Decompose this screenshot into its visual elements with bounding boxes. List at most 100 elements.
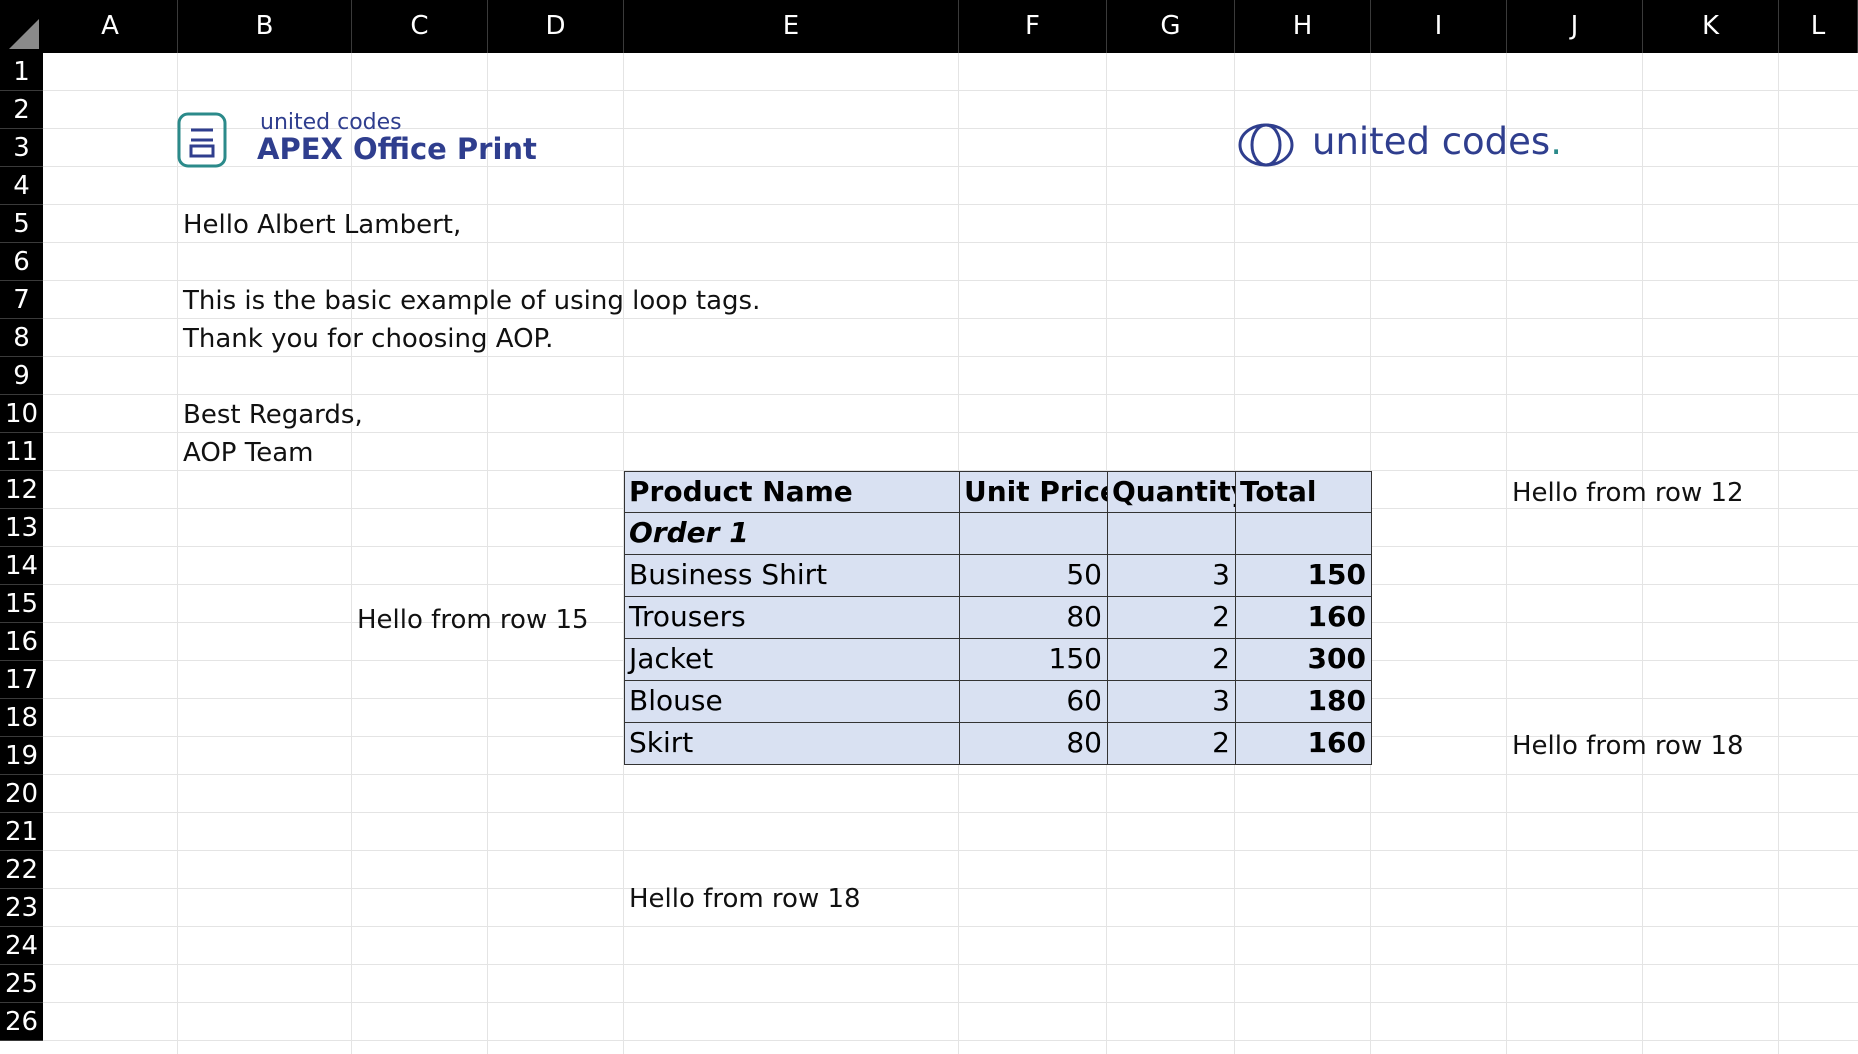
column-gridline <box>1642 53 1643 1054</box>
table-header-unit-price[interactable]: Unit Price <box>959 471 1108 513</box>
row-gridline <box>43 1040 1858 1041</box>
table-cell-unit-price[interactable]: 60 <box>959 680 1108 723</box>
table-cell-total[interactable]: 300 <box>1235 638 1372 681</box>
column-header-L[interactable]: L <box>1779 0 1858 53</box>
table-cell-unit-price[interactable]: 80 <box>959 596 1108 639</box>
row-gridline <box>43 926 1858 927</box>
select-all-triangle-icon <box>9 19 39 49</box>
row-header-24[interactable]: 24 <box>0 927 43 965</box>
column-header-H[interactable]: H <box>1235 0 1371 53</box>
table-group-empty-cell[interactable] <box>1107 512 1236 555</box>
united-codes-logo: united codes. <box>1238 120 1598 172</box>
table-cell-product-name[interactable]: Jacket <box>624 638 960 681</box>
column-header-B[interactable]: B <box>178 0 352 53</box>
row-header-14[interactable]: 14 <box>0 547 43 585</box>
row-gridline <box>43 812 1858 813</box>
cell-E22[interactable]: Hello from row 18 <box>629 881 861 917</box>
column-header-F[interactable]: F <box>959 0 1107 53</box>
united-codes-wordmark-text: united codes <box>1312 120 1551 163</box>
select-all-corner[interactable] <box>0 0 43 53</box>
table-cell-product-name[interactable]: Trousers <box>624 596 960 639</box>
cell-B8[interactable]: Thank you for choosing AOP. <box>183 321 553 357</box>
table-header-total[interactable]: Total <box>1235 471 1372 513</box>
row-gridline <box>43 774 1858 775</box>
row-header-15[interactable]: 15 <box>0 585 43 623</box>
table-cell-quantity[interactable]: 2 <box>1107 596 1236 639</box>
row-header-18[interactable]: 18 <box>0 699 43 737</box>
column-header-D[interactable]: D <box>488 0 624 53</box>
table-cell-total[interactable]: 160 <box>1235 722 1372 765</box>
column-gridline <box>351 53 352 1054</box>
row-gridline <box>43 964 1858 965</box>
column-header-G[interactable]: G <box>1107 0 1235 53</box>
row-gridline <box>43 204 1858 205</box>
cell-J18[interactable]: Hello from row 18 <box>1512 728 1744 764</box>
table-cell-quantity[interactable]: 3 <box>1107 680 1236 723</box>
row-header-16[interactable]: 16 <box>0 623 43 661</box>
table-cell-quantity[interactable]: 2 <box>1107 638 1236 681</box>
cell-C15[interactable]: Hello from row 15 <box>357 602 589 638</box>
column-gridline <box>1778 53 1779 1054</box>
row-header-5[interactable]: 5 <box>0 205 43 243</box>
table-cell-quantity[interactable]: 2 <box>1107 722 1236 765</box>
column-header-C[interactable]: C <box>352 0 488 53</box>
table-group-empty-cell[interactable] <box>959 512 1108 555</box>
row-header-17[interactable]: 17 <box>0 661 43 699</box>
aop-logo: united codes APEX Office Print <box>175 110 595 170</box>
row-header-1[interactable]: 1 <box>0 53 43 91</box>
row-header-3[interactable]: 3 <box>0 129 43 167</box>
row-gridline <box>43 850 1858 851</box>
row-header-4[interactable]: 4 <box>0 167 43 205</box>
cell-B7[interactable]: This is the basic example of using loop … <box>183 283 760 319</box>
column-header-I[interactable]: I <box>1371 0 1507 53</box>
cell-B10[interactable]: Best Regards, <box>183 397 363 433</box>
row-gridline <box>43 1002 1858 1003</box>
row-header-23[interactable]: 23 <box>0 889 43 927</box>
row-header-6[interactable]: 6 <box>0 243 43 281</box>
row-header-10[interactable]: 10 <box>0 395 43 433</box>
table-cell-unit-price[interactable]: 50 <box>959 554 1108 597</box>
row-header-7[interactable]: 7 <box>0 281 43 319</box>
cell-B11[interactable]: AOP Team <box>183 435 313 471</box>
row-header-11[interactable]: 11 <box>0 433 43 471</box>
aop-logo-title: APEX Office Print <box>257 132 537 166</box>
row-gridline <box>43 280 1858 281</box>
row-header-2[interactable]: 2 <box>0 91 43 129</box>
table-cell-total[interactable]: 180 <box>1235 680 1372 723</box>
table-group-order-1[interactable]: Order 1 <box>624 512 960 555</box>
row-header-20[interactable]: 20 <box>0 775 43 813</box>
table-group-empty-cell[interactable] <box>1235 512 1372 555</box>
column-gridline <box>487 53 488 1054</box>
row-header-13[interactable]: 13 <box>0 509 43 547</box>
row-gridline <box>43 90 1858 91</box>
united-codes-wordmark: united codes. <box>1312 120 1562 163</box>
table-cell-product-name[interactable]: Business Shirt <box>624 554 960 597</box>
column-header-E[interactable]: E <box>624 0 959 53</box>
table-header-quantity[interactable]: Quantity <box>1107 471 1236 513</box>
table-cell-unit-price[interactable]: 80 <box>959 722 1108 765</box>
row-gridline <box>43 888 1858 889</box>
column-header-J[interactable]: J <box>1507 0 1643 53</box>
spreadsheet-grid[interactable]: ABCDEFGHIJKL 1 2 3 4 5 6 7 8 9 10 11 12 13 14 15 16 17 18… <box>0 0 1858 1054</box>
table-cell-product-name[interactable]: Skirt <box>624 722 960 765</box>
row-header-19[interactable]: 19 <box>0 737 43 775</box>
table-cell-quantity[interactable]: 3 <box>1107 554 1236 597</box>
column-gridline <box>1506 53 1507 1054</box>
table-cell-total[interactable]: 160 <box>1235 596 1372 639</box>
row-header-12[interactable]: 12 <box>0 471 43 509</box>
table-cell-total[interactable]: 150 <box>1235 554 1372 597</box>
column-header-A[interactable]: A <box>43 0 178 53</box>
cell-B5[interactable]: Hello Albert Lambert, <box>183 207 461 243</box>
table-cell-unit-price[interactable]: 150 <box>959 638 1108 681</box>
column-header-K[interactable]: K <box>1643 0 1779 53</box>
table-cell-product-name[interactable]: Blouse <box>624 680 960 723</box>
table-header-product-name[interactable]: Product Name <box>624 471 960 513</box>
row-header-25[interactable]: 25 <box>0 965 43 1003</box>
row-header-26[interactable]: 26 <box>0 1003 43 1041</box>
row-header-8[interactable]: 8 <box>0 319 43 357</box>
row-header-22[interactable]: 22 <box>0 851 43 889</box>
row-header-9[interactable]: 9 <box>0 357 43 395</box>
row-header-21[interactable]: 21 <box>0 813 43 851</box>
united-codes-wordmark-dot: . <box>1550 120 1562 163</box>
cell-J12[interactable]: Hello from row 12 <box>1512 475 1744 511</box>
